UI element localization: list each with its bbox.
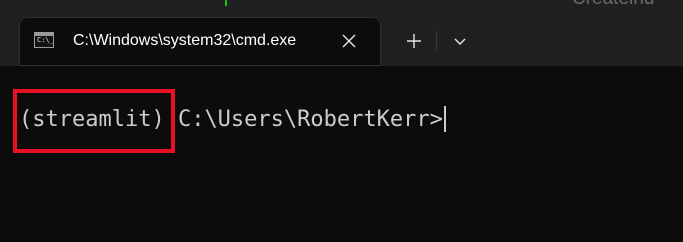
tab-title: C:\Windows\system32\cmd.exe xyxy=(73,32,297,49)
background-window-title: Createind xyxy=(572,0,654,10)
path-prompt: C:\Users\RobertKerr> xyxy=(164,107,443,132)
close-icon xyxy=(342,34,356,48)
tab-cmd[interactable]: C:\_ C:\Windows\system32\cmd.exe xyxy=(19,17,381,66)
cmd-icon: C:\_ xyxy=(34,32,54,48)
plus-icon xyxy=(407,34,421,48)
toolbar-divider xyxy=(436,31,437,51)
background-accent-line xyxy=(225,0,227,6)
terminal-window: Createind C:\_ C:\Windows\system32\cmd.e… xyxy=(0,0,683,242)
tab-dropdown-button[interactable] xyxy=(446,28,474,54)
conda-env-name: (streamlit) xyxy=(19,107,165,132)
terminal-output[interactable]: (streamlit) C:\Users\RobertKerr> xyxy=(0,66,683,242)
new-tab-button[interactable] xyxy=(400,28,428,54)
tab-close-button[interactable] xyxy=(337,29,361,53)
text-cursor xyxy=(443,106,446,132)
tab-bar: Createind C:\_ C:\Windows\system32\cmd.e… xyxy=(0,0,683,66)
chevron-down-icon xyxy=(454,38,466,45)
prompt-line: (streamlit) C:\Users\RobertKerr> xyxy=(19,105,446,135)
